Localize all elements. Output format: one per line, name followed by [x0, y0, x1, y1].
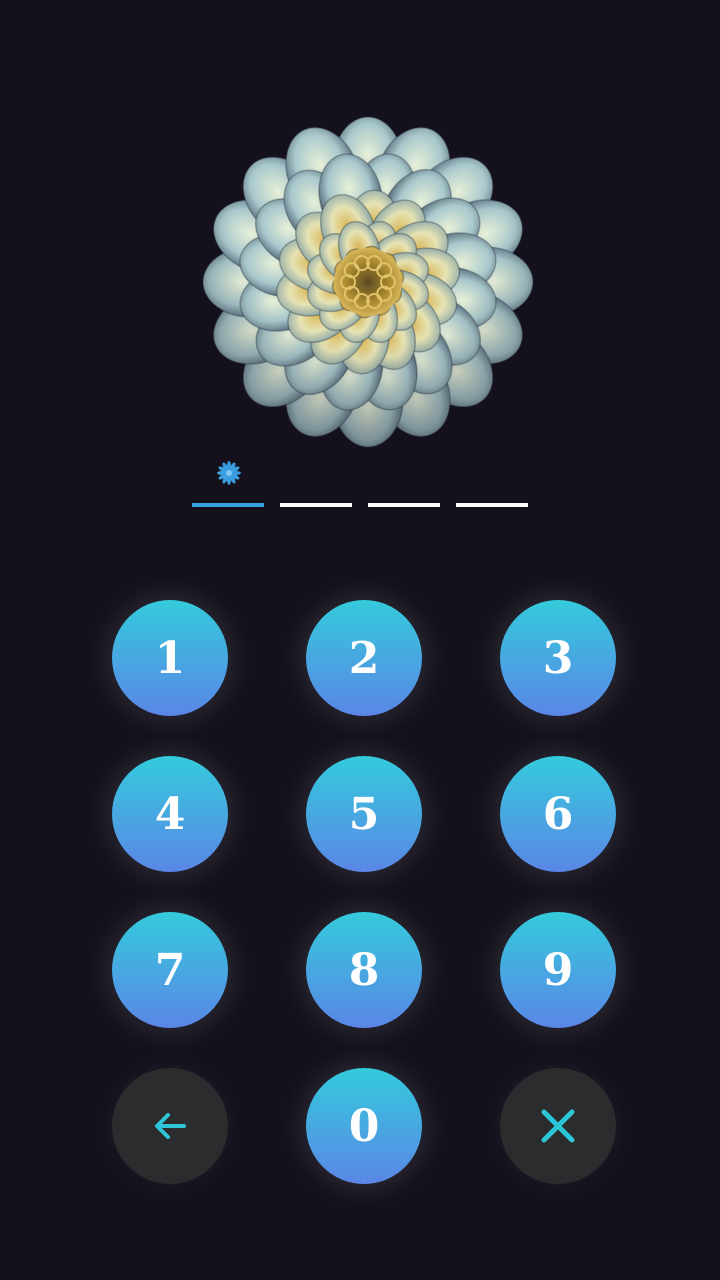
key-4[interactable]: 4 [112, 756, 228, 872]
arrow-left-icon [150, 1106, 190, 1146]
close-icon [538, 1106, 578, 1146]
key-2[interactable]: 2 [306, 600, 422, 716]
key-7[interactable]: 7 [112, 912, 228, 1028]
key-1[interactable]: 1 [112, 600, 228, 716]
dahlia-flower-image [110, 30, 620, 540]
key-9[interactable]: 9 [500, 912, 616, 1028]
pin-slot-4 [456, 503, 528, 507]
pin-slots [192, 503, 528, 509]
pin-slot-3 [368, 503, 440, 507]
pin-slot-2 [280, 503, 352, 507]
key-6[interactable]: 6 [500, 756, 616, 872]
pin-slot-1 [192, 503, 264, 507]
pin-lock-screen: 1 2 3 4 5 6 7 8 9 0 [0, 0, 720, 1280]
key-0[interactable]: 0 [306, 1068, 422, 1184]
key-3[interactable]: 3 [500, 600, 616, 716]
flower-dot-icon [216, 460, 242, 486]
key-8[interactable]: 8 [306, 912, 422, 1028]
backspace-button[interactable] [112, 1068, 228, 1184]
clear-button[interactable] [500, 1068, 616, 1184]
key-5[interactable]: 5 [306, 756, 422, 872]
